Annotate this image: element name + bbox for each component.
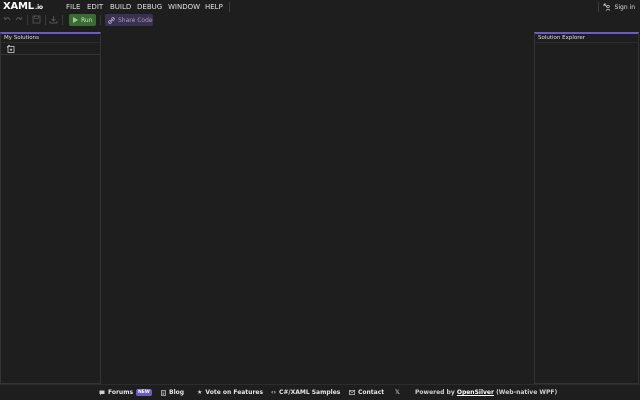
x-logo-icon: 𝕏 — [395, 389, 400, 396]
signin-divider — [598, 2, 599, 12]
menu-divider — [229, 2, 230, 12]
x-social-link[interactable]: 𝕏 — [395, 389, 400, 396]
menu-build[interactable]: BUILD — [110, 3, 131, 11]
opensilver-link[interactable]: OpenSilver — [457, 389, 494, 396]
new-solution-icon[interactable] — [7, 45, 15, 53]
menu-edit[interactable]: EDIT — [87, 3, 103, 11]
footer: Forums NEW Blog ★ Vote on Features ‹› C#… — [0, 384, 640, 400]
forums-label: Forums — [108, 389, 134, 396]
powered-suffix: (Web-native WPF) — [496, 389, 558, 396]
blog-label: Blog — [169, 389, 185, 396]
samples-link[interactable]: ‹› C#/XAML Samples — [271, 389, 340, 396]
menu-window[interactable]: WINDOW — [168, 3, 200, 11]
menu-debug[interactable]: DEBUG — [137, 3, 162, 11]
toolbar-divider — [62, 15, 63, 25]
logo-text: XAML — [3, 1, 34, 12]
new-badge: NEW — [136, 389, 152, 396]
toolbar: Run Share Code — [0, 13, 640, 27]
sign-in-icon — [603, 3, 610, 11]
my-solutions-toolbar — [1, 43, 100, 55]
editor-area[interactable] — [101, 27, 534, 384]
chat-icon — [99, 390, 105, 395]
blog-link[interactable]: Blog — [161, 389, 184, 396]
vote-label: Vote on Features — [205, 389, 264, 396]
document-icon — [161, 389, 166, 396]
toolbar-divider — [100, 15, 101, 25]
toolbar-divider — [45, 15, 46, 25]
sign-in-button[interactable]: Sign in — [603, 2, 635, 12]
menu-help[interactable]: HELP — [205, 3, 223, 11]
star-icon: ★ — [197, 389, 203, 396]
vote-features-link[interactable]: ★ Vote on Features — [197, 389, 263, 396]
share-code-label: Share Code — [118, 16, 153, 24]
link-icon — [108, 16, 115, 24]
run-button[interactable]: Run — [69, 14, 96, 26]
samples-label: C#/XAML Samples — [278, 389, 341, 396]
code-icon: ‹› — [271, 389, 276, 396]
menu-file[interactable]: FILE — [66, 3, 80, 11]
solution-explorer-panel: Solution Explorer — [534, 32, 639, 384]
share-code-button[interactable]: Share Code — [105, 14, 153, 26]
menu-bar: XAML .io FILE EDIT BUILD DEBUG WINDOW HE… — [0, 0, 640, 14]
save-icon[interactable] — [32, 15, 41, 24]
my-solutions-title: My Solutions — [1, 34, 100, 43]
contact-label: Contact — [358, 389, 385, 396]
solution-explorer-title: Solution Explorer — [535, 34, 638, 43]
powered-by: Powered by OpenSilver (Web-native WPF) — [415, 389, 557, 396]
redo-icon[interactable] — [14, 15, 23, 24]
my-solutions-panel: My Solutions — [0, 32, 101, 384]
logo-suffix: .io — [34, 4, 43, 11]
forums-link[interactable]: Forums NEW — [99, 389, 152, 396]
app-logo[interactable]: XAML .io — [3, 1, 43, 13]
mail-icon — [349, 390, 355, 395]
contact-link[interactable]: Contact — [349, 389, 384, 396]
powered-prefix: Powered by — [415, 389, 455, 396]
sign-in-label: Sign in — [614, 3, 635, 11]
run-label: Run — [81, 16, 93, 24]
toolbar-divider — [27, 15, 28, 25]
play-icon — [73, 17, 78, 23]
download-icon[interactable] — [49, 15, 58, 24]
undo-icon[interactable] — [3, 15, 12, 24]
